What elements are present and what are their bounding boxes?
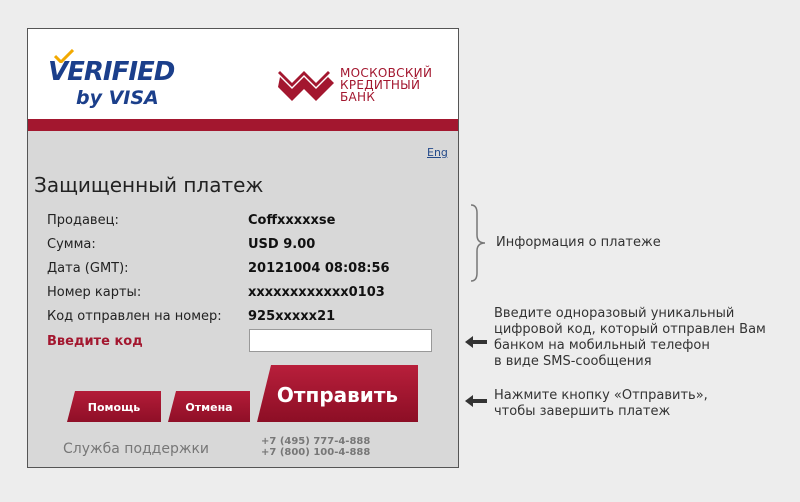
button-annotation: Нажмите кнопку «Отправить», чтобы заверш… — [494, 388, 708, 420]
code-annotation-line: Введите одноразовый уникальный — [494, 306, 735, 321]
code-annotation-line: банком на мобильный телефон — [494, 338, 710, 353]
code-input[interactable] — [249, 329, 432, 352]
page-title: Защищенный платеж — [34, 173, 264, 197]
button-annotation-line: чтобы завершить платеж — [494, 404, 671, 419]
vbv-logo-line2: by VISA — [76, 87, 159, 109]
card-number-value: xxxxxxxxxxxx0103 — [248, 285, 385, 300]
header: VERIFIED by VISA МОСКОВСКИЙ КРЕДИТНЫЙ БА… — [28, 29, 458, 119]
support-phone-1: +7 (495) 777-4-888 — [261, 436, 371, 447]
support-phones: +7 (495) 777-4-888 +7 (800) 100-4-888 — [261, 436, 370, 458]
amount-label: Сумма: — [47, 237, 96, 252]
brace-icon — [470, 204, 486, 282]
phone-value: 925xxxxx21 — [248, 309, 336, 324]
date-value: 20121004 08:08:56 — [248, 261, 390, 276]
code-annotation-line: в виде SMS-сообщения — [494, 354, 652, 369]
phone-label: Код отправлен на номер: — [47, 309, 222, 324]
bank-name: МОСКОВСКИЙ КРЕДИТНЫЙ БАНК — [340, 67, 432, 103]
code-annotation-line: цифровой код, который отправлен Вам — [494, 322, 766, 337]
card-number-label: Номер карты: — [47, 285, 142, 300]
code-annotation: Введите одноразовый уникальный цифровой … — [494, 306, 766, 370]
support-label: Служба поддержки — [63, 441, 210, 457]
help-button[interactable]: Помощь — [67, 391, 161, 422]
code-label: Введите код — [47, 334, 143, 349]
support-phone-2: +7 (800) 100-4-888 — [261, 447, 371, 458]
submit-button[interactable]: Отправить — [257, 365, 418, 422]
date-label: Дата (GMT): — [47, 261, 129, 276]
mkb-emblem-icon — [278, 71, 334, 101]
amount-value: USD 9.00 — [248, 237, 316, 252]
merchant-value: Coffxxxxxse — [248, 213, 336, 228]
cancel-button[interactable]: Отмена — [168, 391, 250, 422]
merchant-label: Продавец: — [47, 213, 119, 228]
button-annotation-line: Нажмите кнопку «Отправить», — [494, 388, 708, 403]
arrow-left-icon — [465, 336, 487, 348]
arrow-left-icon — [465, 395, 487, 407]
header-divider — [28, 119, 458, 131]
language-link-eng[interactable]: Eng — [427, 146, 448, 159]
payment-window: VERIFIED by VISA МОСКОВСКИЙ КРЕДИТНЫЙ БА… — [27, 28, 459, 468]
bank-name-line3: БАНК — [340, 90, 376, 104]
payment-info-annotation: Информация о платеже — [496, 235, 661, 250]
vbv-logo-line1: VERIFIED — [48, 57, 175, 87]
